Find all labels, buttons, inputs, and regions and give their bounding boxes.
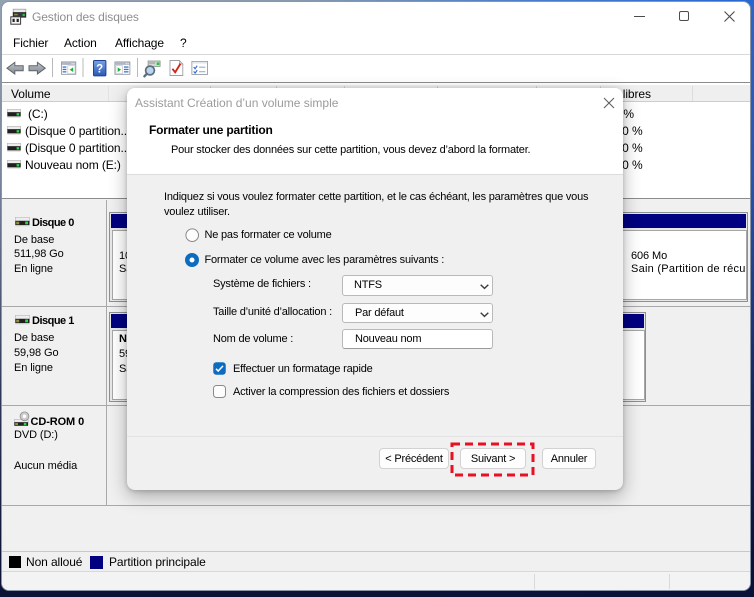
svg-text:?: ? bbox=[96, 63, 103, 75]
